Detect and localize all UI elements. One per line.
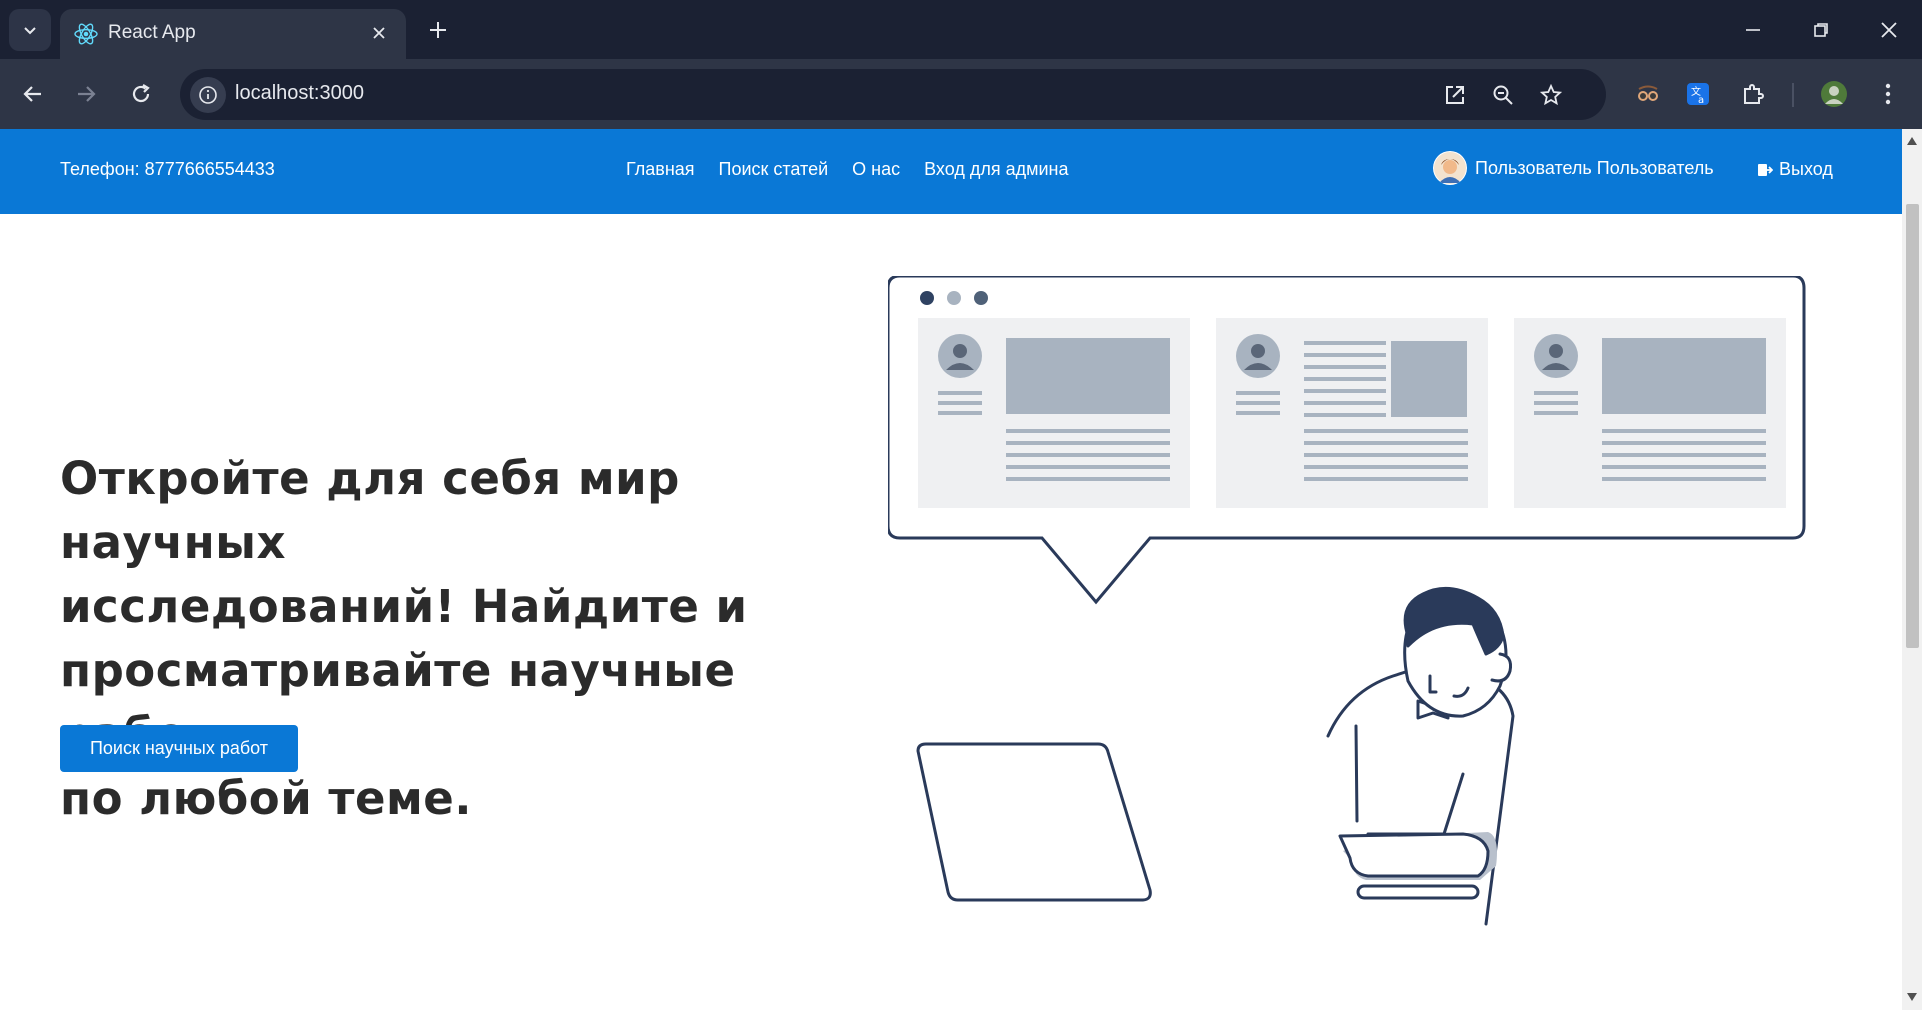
more-vertical-icon [1885, 83, 1891, 105]
browser-tab-strip: React App [0, 0, 1922, 59]
close-icon [1881, 22, 1897, 38]
translate-icon: 文a [1687, 83, 1709, 106]
puzzle-icon [1744, 84, 1764, 104]
avatar [1433, 151, 1467, 185]
tab-title: React App [108, 22, 196, 43]
site-header: Телефон: 8777666554433 Главная Поиск ста… [0, 129, 1902, 214]
open-in-app-button[interactable] [1439, 79, 1471, 111]
zoom-button[interactable] [1487, 79, 1519, 111]
profile-button[interactable] [1816, 76, 1852, 112]
extension-glasses[interactable] [1630, 76, 1666, 112]
plus-icon [430, 22, 446, 38]
open-external-icon [1446, 86, 1464, 104]
minimize-button[interactable] [1731, 8, 1775, 52]
browser-menu-button[interactable] [1870, 76, 1906, 112]
nav-link-article-search[interactable]: Поиск статей [719, 159, 829, 180]
person-at-laptop [916, 586, 1515, 926]
toolbar-separator [1792, 83, 1794, 107]
glasses-extension-icon [1638, 85, 1658, 101]
hero-title-line: по любой теме. [60, 772, 472, 825]
address-bar[interactable]: localhost:3000 [180, 69, 1606, 120]
restore-button[interactable] [1799, 8, 1843, 52]
nav-link-about[interactable]: О нас [852, 159, 900, 180]
scrollbar-thumb[interactable] [1906, 204, 1919, 648]
main-nav: Главная Поиск статей О нас Вход для адми… [626, 159, 1069, 180]
profile-card [918, 318, 1190, 508]
logout-icon [1758, 163, 1773, 176]
chevron-down-icon [24, 27, 36, 35]
restore-icon [1814, 23, 1828, 37]
window-dot [920, 291, 934, 305]
header-phone: Телефон: 8777666554433 [60, 159, 275, 179]
info-icon [199, 86, 217, 104]
hero-illustration [888, 276, 1806, 926]
reload-icon [132, 84, 150, 103]
minimize-icon [1746, 29, 1760, 31]
window-dot [974, 291, 988, 305]
profile-card [1216, 318, 1488, 508]
svg-text:a: a [1698, 95, 1704, 106]
window-dot [947, 291, 961, 305]
triangle-up-icon [1907, 137, 1917, 145]
page-viewport: Телефон: 8777666554433 Главная Поиск ста… [0, 129, 1902, 1010]
search-papers-button[interactable]: Поиск научных работ [60, 725, 298, 772]
extension-translate[interactable]: 文a [1680, 76, 1716, 112]
logout-button[interactable]: Выход [1757, 159, 1833, 180]
logout-label: Выход [1779, 159, 1833, 179]
extensions-button[interactable] [1735, 76, 1771, 112]
user-name: Пользователь Пользователь [1475, 157, 1714, 178]
bookmark-button[interactable] [1535, 79, 1567, 111]
profile-avatar-icon [1821, 81, 1847, 107]
scroll-down-button[interactable] [1906, 991, 1918, 1003]
arrow-left-icon [23, 86, 41, 102]
close-window-button[interactable] [1867, 8, 1911, 52]
triangle-down-icon [1907, 993, 1917, 1001]
arrow-right-icon [78, 86, 96, 102]
user-profile-link[interactable]: Пользователь Пользователь [1433, 151, 1714, 185]
url-text[interactable]: localhost:3000 [235, 82, 364, 105]
hero-title: Откройте для себя мир научных исследован… [60, 447, 880, 831]
new-tab-button[interactable] [423, 15, 453, 45]
site-info-button[interactable] [190, 77, 226, 113]
browser-toolbar: localhost:3000 文a [0, 59, 1922, 129]
profile-card [1514, 318, 1786, 508]
scroll-up-button[interactable] [1906, 135, 1918, 147]
zoom-out-icon [1493, 85, 1513, 105]
tab-close-button[interactable] [366, 20, 392, 46]
active-tab[interactable]: React App [60, 9, 406, 59]
hero-title-line: Откройте для себя мир научных [60, 452, 680, 569]
tab-search-button[interactable] [9, 9, 51, 51]
hero-title-line: исследований! Найдите и [60, 580, 748, 633]
react-logo-icon [74, 23, 98, 45]
star-icon [1540, 84, 1562, 106]
nav-link-home[interactable]: Главная [626, 159, 695, 180]
reload-button[interactable] [123, 76, 159, 112]
user-avatar-icon [1434, 152, 1466, 184]
nav-link-admin-login[interactable]: Вход для админа [924, 159, 1068, 180]
forward-button[interactable] [68, 76, 104, 112]
back-button[interactable] [15, 76, 51, 112]
page-scrollbar[interactable] [1902, 129, 1922, 1010]
close-icon [373, 27, 385, 39]
